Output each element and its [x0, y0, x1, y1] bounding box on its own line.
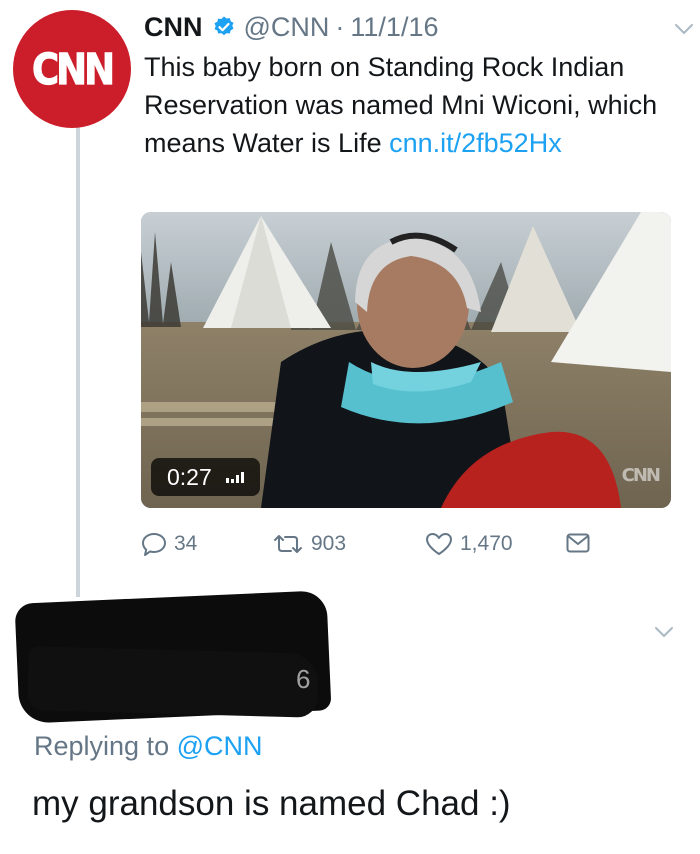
like-button[interactable]: 1,470	[424, 530, 513, 558]
reply-icon	[142, 533, 166, 556]
cnn-watermark: CNN	[621, 465, 661, 486]
author-handle[interactable]: @CNN	[244, 12, 330, 42]
reply-text: my grandson is named Chad :)	[32, 784, 511, 823]
cnn-avatar[interactable]: CNN	[13, 10, 131, 128]
reply-button[interactable]: 34	[140, 530, 197, 558]
redaction-scribble-overlap	[27, 646, 319, 718]
duration-text: 0:27	[167, 463, 212, 490]
cnn-logo: CNN	[31, 44, 115, 95]
video-duration: 0:27	[151, 458, 260, 496]
tweet-header: CNN @CNN · 11/1/16	[144, 12, 439, 42]
header-separator: ·	[335, 12, 345, 42]
chevron-down-icon[interactable]	[674, 22, 694, 36]
thread-connector-line	[76, 112, 80, 597]
sound-bars-icon	[225, 471, 244, 483]
author-name[interactable]: CNN	[144, 12, 203, 42]
tweet-link[interactable]: cnn.it/2fb52Hx	[389, 128, 562, 158]
reply-count: 34	[174, 532, 198, 555]
replying-prefix: Replying to	[34, 731, 177, 761]
tweet-text: This baby born on Standing Rock Indian R…	[144, 48, 684, 162]
retweet-count: 903	[311, 532, 347, 555]
chevron-down-icon[interactable]	[654, 625, 674, 639]
replying-mention[interactable]: @CNN	[177, 731, 263, 761]
like-count: 1,470	[460, 532, 513, 555]
envelope-icon	[566, 533, 590, 553]
tweet-actions: 34 903 1,470	[140, 530, 610, 562]
heart-icon	[426, 533, 452, 555]
tweet-date[interactable]: 11/1/16	[350, 12, 438, 42]
retweet-icon	[274, 535, 302, 553]
verified-badge-icon	[212, 15, 236, 39]
replying-to-label: Replying to @CNN	[34, 731, 263, 762]
retweet-button[interactable]: 903	[271, 530, 346, 558]
direct-message-button[interactable]	[565, 530, 597, 556]
video-thumbnail[interactable]: 0:27 CNN	[141, 212, 671, 508]
redacted-text-fragment: 6	[296, 664, 311, 694]
